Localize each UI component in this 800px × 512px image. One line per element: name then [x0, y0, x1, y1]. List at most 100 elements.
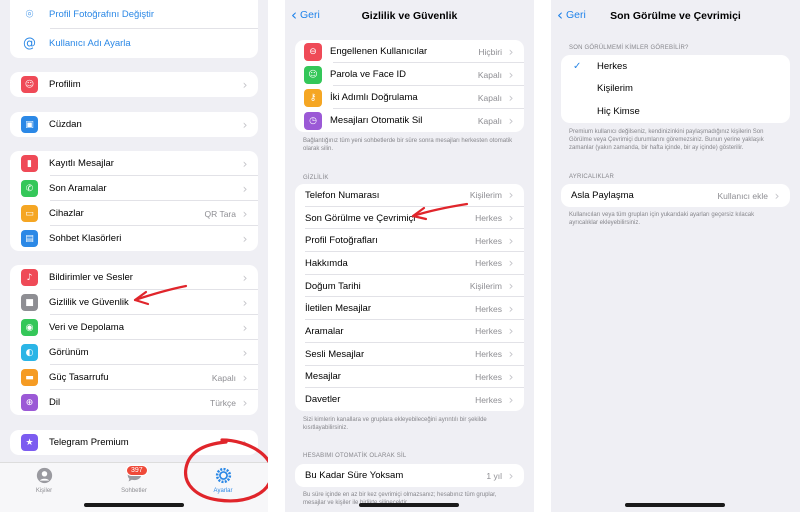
settings-item-label: Kayıtlı Mesajlar: [49, 158, 114, 169]
tab-label: Kişiler: [35, 488, 53, 494]
security-item-value: Kapalı: [477, 115, 502, 126]
privacy-item-label: Mesajlar: [305, 371, 341, 383]
security-item-autodelete[interactable]: ◷ Mesajları Otomatik Sil Kapalı ›: [295, 109, 524, 132]
settings-group-preferences: ♪ Bildirimler ve Sesler › ■ Gizlilik ve …: [10, 265, 258, 415]
privacy-screen: ‹ Geri Gizlilik ve Güvenlik ⊖ Engellenen…: [285, 0, 534, 512]
security-item-value: Kapalı: [477, 69, 502, 80]
settings-item-devices[interactable]: ▭ Cihazlar QR Tara ›: [10, 201, 258, 226]
set-username-row[interactable]: @ Kullanıcı Adı Ayarla: [10, 29, 258, 58]
option-everyone[interactable]: ✓ Herkes: [561, 55, 790, 78]
chevron-right-icon: ›: [242, 117, 248, 132]
chevron-right-icon: ›: [242, 231, 248, 246]
wallet-icon: ▣: [21, 116, 38, 133]
privacy-item-messages[interactable]: Mesajlar Herkes ›: [295, 366, 524, 389]
security-item-label: İki Adımlı Doğrulama: [330, 92, 418, 103]
chevron-right-icon: ›: [242, 345, 248, 360]
settings-item-saved[interactable]: ▮ Kayıtlı Mesajlar ›: [10, 151, 258, 176]
devices-icon: ▭: [21, 205, 38, 222]
never-share-label: Asla Paylaşma: [571, 190, 634, 201]
tab-contacts[interactable]: Kişiler: [14, 467, 74, 494]
bell-icon: ♪: [21, 269, 38, 286]
home-indicator: [359, 503, 459, 507]
chevron-right-icon: ›: [242, 295, 248, 310]
settings-item-wallet[interactable]: ▣ Cüzdan ›: [10, 112, 258, 137]
privacy-item-birthday[interactable]: Doğum Tarihi Kişilerim ›: [295, 275, 524, 298]
privacy-item-invites[interactable]: Davetler Herkes ›: [295, 388, 524, 411]
settings-item-privacy[interactable]: ■ Gizlilik ve Güvenlik ›: [10, 290, 258, 315]
settings-item-label: Cihazlar: [49, 208, 84, 219]
privacy-item-value: Herkes: [475, 235, 502, 246]
settings-item-label: Telegram Premium: [49, 437, 129, 448]
delete-item-label: Bu Kadar Süre Yoksam: [305, 470, 404, 481]
option-contacts[interactable]: Kişilerim: [561, 78, 790, 101]
phone-icon: ✆: [21, 180, 38, 197]
privacy-item-voice[interactable]: Sesli Mesajlar Herkes ›: [295, 343, 524, 366]
settings-item-label: Gizlilik ve Güvenlik: [49, 297, 129, 308]
never-share-item[interactable]: Asla Paylaşma Kullanıcı ekle ›: [561, 184, 790, 207]
settings-item-label: Profilim: [49, 79, 81, 90]
security-item-blocked[interactable]: ⊖ Engellenen Kullanıcılar Hiçbiri ›: [295, 40, 524, 63]
chevron-right-icon: ›: [508, 392, 514, 407]
security-item-passcode[interactable]: ☺ Parola ve Face ID Kapalı ›: [295, 63, 524, 86]
settings-item-language[interactable]: ⊕ Dil Türkçe ›: [10, 390, 258, 415]
settings-item-value: Kapalı: [211, 372, 236, 383]
settings-item-label: Dil: [49, 397, 61, 408]
settings-group-wallet: ▣ Cüzdan ›: [10, 112, 258, 137]
security-item-2fa[interactable]: ⚷ İki Adımlı Doğrulama Kapalı ›: [295, 86, 524, 109]
settings-item-label: Görünüm: [49, 347, 89, 358]
privacy-item-label: Telefon Numarası: [305, 189, 380, 201]
chevron-right-icon: ›: [508, 113, 514, 128]
tab-settings[interactable]: Ayarlar: [193, 467, 253, 494]
settings-item-premium[interactable]: ★ Telegram Premium ›: [10, 430, 258, 455]
data-icon: ◉: [21, 319, 38, 336]
profile-actions-group: ⌾ Profil Fotoğrafını Değiştir @ Kullanıc…: [10, 0, 258, 58]
settings-item-label: Sohbet Klasörleri: [49, 233, 122, 244]
option-nobody[interactable]: Hiç Kimse: [561, 100, 790, 123]
delete-item[interactable]: Bu Kadar Süre Yoksam 1 yıl ›: [295, 464, 524, 487]
privacy-item-phone[interactable]: Telefon Numarası Kişilerim ›: [295, 184, 524, 207]
chevron-right-icon: ›: [508, 233, 514, 248]
home-indicator: [84, 503, 184, 507]
privacy-item-calls[interactable]: Aramalar Herkes ›: [295, 320, 524, 343]
settings-item-power[interactable]: ▬ Güç Tasarrufu Kapalı ›: [10, 365, 258, 390]
privacy-item-label: Son Görülme ve Çevrimiçi: [305, 212, 416, 224]
settings-item-profile[interactable]: ☺ Profilim ›: [10, 72, 258, 97]
privacy-item-bio[interactable]: Hakkımda Herkes ›: [295, 252, 524, 275]
settings-item-value: Türkçe: [210, 397, 236, 408]
settings-item-appearance[interactable]: ◐ Görünüm ›: [10, 340, 258, 365]
settings-item-notifications[interactable]: ♪ Bildirimler ve Sesler ›: [10, 265, 258, 290]
chevron-right-icon: ›: [242, 320, 248, 335]
security-item-label: Engellenen Kullanıcılar: [330, 46, 428, 57]
privacy-item-value: Herkes: [475, 213, 502, 224]
chevron-right-icon: ›: [508, 211, 514, 226]
nav-bar: ‹ Geri Gizlilik ve Güvenlik: [285, 0, 534, 32]
folder-icon: ▤: [21, 230, 38, 247]
privacy-item-photos[interactable]: Profil Fotoğrafları Herkes ›: [295, 229, 524, 252]
star-icon: ★: [21, 434, 38, 451]
privacy-item-lastseen[interactable]: Son Görülme ve Çevrimiçi Herkes ›: [295, 207, 524, 230]
settings-item-folders[interactable]: ▤ Sohbet Klasörleri ›: [10, 226, 258, 251]
change-photo-row[interactable]: ⌾ Profil Fotoğrafını Değiştir: [10, 0, 258, 29]
settings-item-data[interactable]: ◉ Veri ve Depolama ›: [10, 315, 258, 340]
home-indicator: [625, 503, 725, 507]
set-username-label: Kullanıcı Adı Ayarla: [49, 38, 131, 49]
privacy-item-value: Herkes: [475, 371, 502, 382]
settings-item-label: Son Aramalar: [49, 183, 107, 194]
block-icon: ⊖: [304, 42, 322, 61]
settings-item-calls[interactable]: ✆ Son Aramalar ›: [10, 176, 258, 201]
tab-chats[interactable]: Sohbetler 397: [104, 465, 164, 494]
chevron-right-icon: ›: [508, 188, 514, 203]
nav-bar: ‹ Geri Son Görülme ve Çevrimiçi: [551, 0, 800, 32]
page-title: Gizlilik ve Güvenlik: [361, 10, 458, 22]
privacy-item-forwarded[interactable]: İletilen Mesajlar Herkes ›: [295, 297, 524, 320]
chevron-right-icon: ›: [508, 256, 514, 271]
key-icon: ⚷: [304, 88, 322, 107]
settings-screen: ⌾ Profil Fotoğrafını Değiştir @ Kullanıc…: [0, 0, 268, 512]
settings-icon: [215, 467, 231, 484]
security-item-label: Parola ve Face ID: [330, 69, 407, 80]
exceptions-group: Asla Paylaşma Kullanıcı ekle ›: [561, 184, 790, 207]
chevron-right-icon: ›: [508, 347, 514, 362]
exceptions-footnote: Kullanıcıları veya tüm grupları için yuk…: [569, 212, 755, 226]
delete-group: Bu Kadar Süre Yoksam 1 yıl ›: [295, 464, 524, 487]
last-seen-screen: ‹ Geri Son Görülme ve Çevrimiçi SON GÖRÜ…: [551, 0, 800, 512]
